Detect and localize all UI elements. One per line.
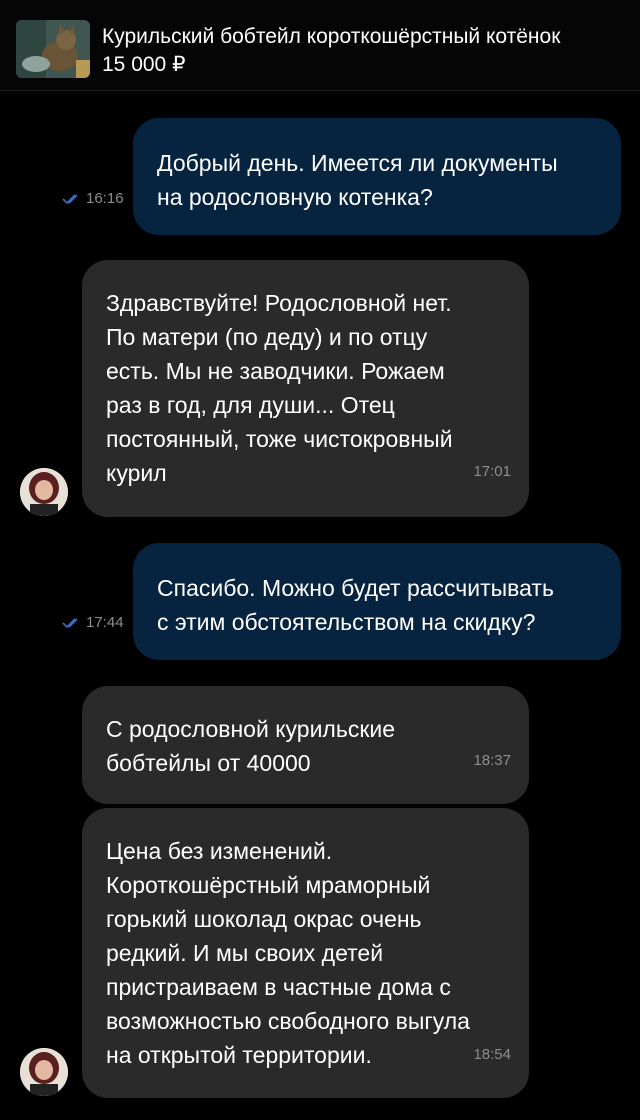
listing-title[interactable]: Курильский бобтейл короткошёрстный котён…	[102, 24, 560, 50]
chat-header[interactable]: Курильский бобтейл короткошёрстный котён…	[0, 0, 640, 91]
avatar[interactable]	[20, 1048, 68, 1096]
outgoing-message[interactable]: Спасибо. Можно будет рассчитывать с этим…	[133, 543, 621, 660]
outgoing-message[interactable]: Добрый день. Имеется ли документы на род…	[133, 118, 621, 235]
message-text: Цена без изменений. Короткошёрстный мрам…	[106, 838, 470, 1068]
incoming-message[interactable]: Здравствуйте! Родословной нет. По матери…	[82, 260, 529, 517]
double-check-icon	[62, 617, 82, 629]
incoming-message[interactable]: Цена без изменений. Короткошёрстный мрам…	[82, 808, 529, 1098]
message-text: С родословной курильские бобтейлы от 400…	[106, 716, 396, 776]
message-time: 18:54	[473, 1046, 511, 1063]
listing-price: 15 000 ₽	[102, 53, 186, 76]
message-text: Здравствуйте! Родословной нет. По матери…	[106, 290, 453, 486]
message-text: Спасибо. Можно будет рассчитывать с этим…	[157, 575, 554, 635]
listing-thumbnail[interactable]	[16, 20, 90, 78]
message-meta: 16:16	[62, 190, 124, 207]
message-time: 18:37	[473, 752, 511, 769]
double-check-icon	[62, 193, 82, 205]
message-text: Добрый день. Имеется ли документы на род…	[157, 150, 558, 210]
message-time: 16:16	[86, 190, 124, 207]
incoming-message[interactable]: С родословной курильские бобтейлы от 400…	[82, 686, 529, 804]
avatar[interactable]	[20, 468, 68, 516]
message-meta: 17:44	[62, 614, 124, 631]
message-time: 17:01	[473, 463, 511, 480]
message-time: 17:44	[86, 614, 124, 631]
